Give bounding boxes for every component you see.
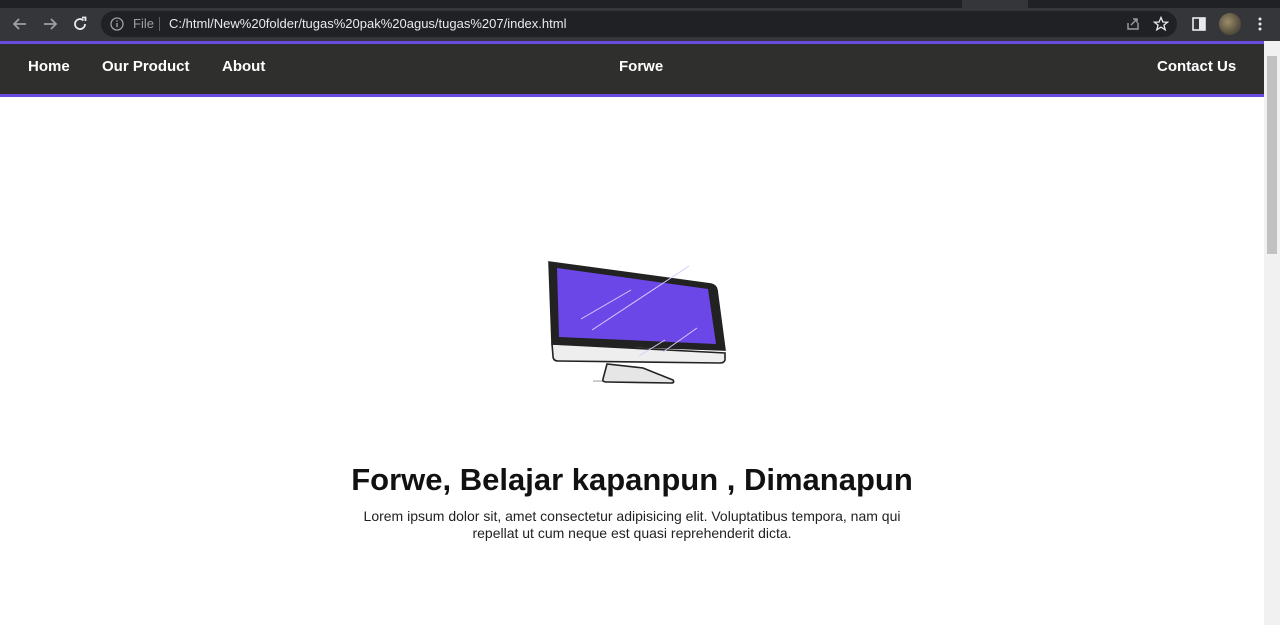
nav-contact-link[interactable]: Contact Us (1157, 58, 1236, 75)
reload-button[interactable] (68, 12, 92, 36)
omnibox-divider (159, 17, 160, 31)
side-panel-icon (1192, 17, 1206, 31)
brand-logo-link[interactable]: Forwe (619, 58, 663, 75)
page-scrollbar[interactable] (1264, 41, 1280, 625)
scrollbar-thumb[interactable] (1267, 56, 1277, 254)
info-icon[interactable] (110, 17, 124, 31)
forward-button[interactable] (38, 12, 62, 36)
nav-our-product-link[interactable]: Our Product (102, 58, 190, 75)
computer-monitor-illustration (548, 261, 726, 384)
hero-title: Forwe, Belajar kapanpun , Dimanapun (351, 462, 913, 497)
browser-toolbar: File C:/html/New%20folder/tugas%20pak%20… (0, 8, 1280, 41)
active-tab[interactable] (962, 0, 1028, 8)
profile-avatar[interactable] (1219, 13, 1241, 35)
more-vertical-icon (1258, 17, 1262, 31)
share-icon[interactable] (1125, 16, 1141, 32)
side-panel-button[interactable] (1187, 12, 1211, 36)
reload-icon (74, 16, 87, 30)
address-bar[interactable]: File C:/html/New%20folder/tugas%20pak%20… (101, 11, 1177, 37)
arrow-left-icon (12, 18, 26, 30)
page-viewport: Home Our Product About Forwe Contact Us … (0, 41, 1264, 625)
hero-description: Lorem ipsum dolor sit, amet consectetur … (363, 508, 901, 541)
back-button[interactable] (8, 12, 32, 36)
nav-about-link[interactable]: About (222, 58, 265, 75)
browser-menu-button[interactable] (1248, 12, 1272, 36)
site-navbar: Home Our Product About Forwe Contact Us (0, 41, 1264, 97)
arrow-right-icon (44, 18, 58, 30)
nav-home-link[interactable]: Home (28, 58, 70, 75)
browser-tab-strip (0, 0, 1280, 8)
url-text[interactable]: C:/html/New%20folder/tugas%20pak%20agus/… (169, 16, 566, 31)
star-icon[interactable] (1153, 16, 1169, 32)
site-info-label: File (133, 16, 154, 31)
